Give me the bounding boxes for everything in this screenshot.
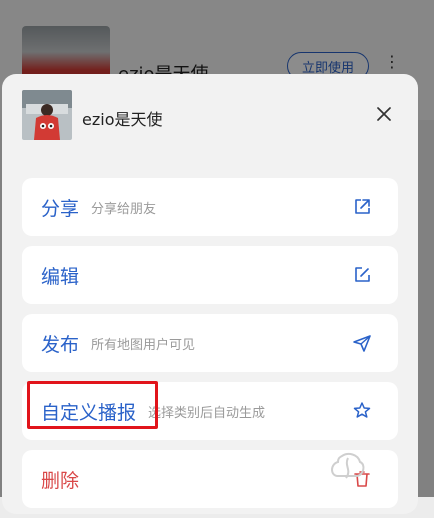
publish-description: 所有地图用户可见	[91, 337, 196, 353]
share-description: 分享给朋友	[91, 201, 157, 217]
share-item[interactable]: 分享 分享给朋友	[22, 178, 398, 236]
custom-broadcast-description: 选择类别后自动生成	[148, 405, 266, 421]
edit-item[interactable]: 编辑	[22, 246, 398, 304]
delete-item[interactable]: 删除	[22, 450, 398, 508]
edit-icon	[355, 267, 370, 282]
custom-broadcast-label: 自定义播报	[41, 401, 137, 424]
action-menu: 分享 分享给朋友 编辑 发布 所有地图用户可见 自定义播报 选择类别后自动生成 …	[22, 178, 398, 518]
edit-label: 编辑	[41, 265, 80, 288]
custom-broadcast-icon	[353, 402, 371, 418]
avatar-image	[22, 90, 72, 140]
sheet-title: ezio是天使	[82, 110, 163, 129]
trash-icon	[354, 471, 370, 487]
action-sheet: ezio是天使 分享 分享给朋友 编辑 发布 所有地图用户可见 自定义播报 选择…	[2, 74, 418, 514]
external-share-icon	[355, 199, 370, 214]
avatar	[22, 90, 72, 140]
send-icon	[353, 335, 371, 352]
close-icon[interactable]	[372, 102, 396, 126]
sheet-header: ezio是天使	[22, 90, 398, 142]
publish-item[interactable]: 发布 所有地图用户可见	[22, 314, 398, 372]
share-label: 分享	[41, 197, 80, 220]
delete-label: 删除	[41, 469, 80, 492]
custom-broadcast-item[interactable]: 自定义播报 选择类别后自动生成	[22, 382, 398, 440]
publish-label: 发布	[41, 333, 80, 356]
